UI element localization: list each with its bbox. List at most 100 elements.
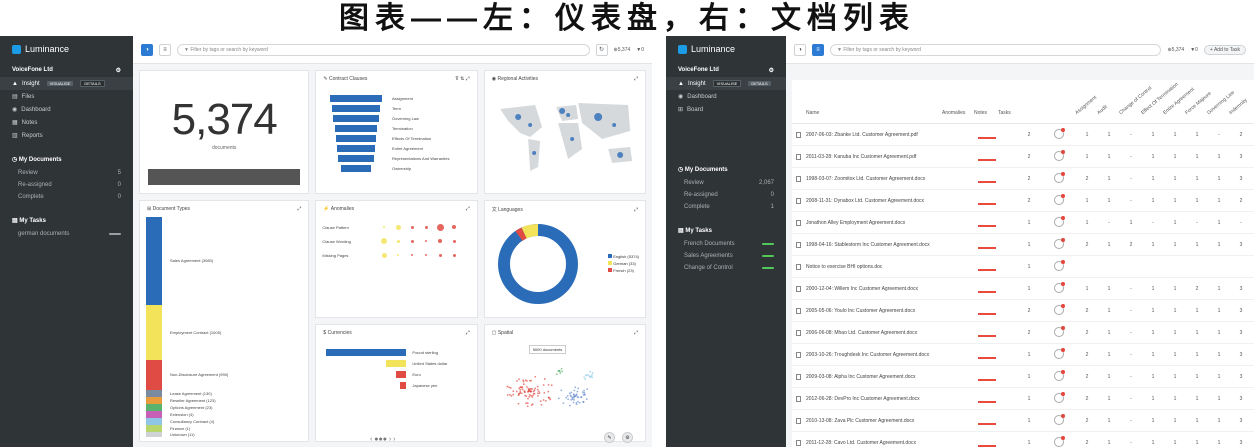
anomaly-bubble[interactable] bbox=[411, 254, 414, 256]
currency-bar[interactable] bbox=[326, 349, 407, 356]
visualise-pill[interactable]: VISUALISE bbox=[712, 80, 742, 87]
pagination[interactable]: ‹ ●●● › › bbox=[370, 436, 396, 443]
table-row[interactable]: 2012-06-28: DevPro Inc Customer Agreemen… bbox=[792, 388, 1254, 410]
sidebar-item-notes[interactable]: ▦ Notes bbox=[0, 116, 133, 129]
clause-bar[interactable] bbox=[337, 145, 376, 152]
doc-row-reassigned[interactable]: Re-assigned 0 bbox=[666, 189, 786, 201]
chart-view-button[interactable]: ◑ bbox=[141, 43, 153, 56]
table-row[interactable]: 1998-04-16: Stablestorm Inc Customer Agr… bbox=[792, 234, 1254, 256]
anomaly-bubble[interactable] bbox=[425, 254, 428, 256]
doc-row-complete[interactable]: Complete 1 bbox=[666, 201, 786, 213]
document-name[interactable]: 1998-03-07: Zoomitox Ltd. Customer Agree… bbox=[806, 176, 925, 182]
doc-type-segment[interactable] bbox=[146, 411, 162, 418]
doc-type-segment[interactable] bbox=[146, 397, 162, 404]
expand-icon[interactable]: ⤢ bbox=[466, 206, 470, 212]
details-pill[interactable]: DETAILS bbox=[748, 81, 771, 86]
sidebar-item-dashboard[interactable]: ◉ Dashboard bbox=[0, 103, 133, 116]
sidebar-item-dashboard[interactable]: ◉ Dashboard bbox=[666, 90, 786, 103]
doc-row-reassigned[interactable]: Re-assigned 0 bbox=[0, 179, 133, 191]
currency-bar[interactable] bbox=[396, 371, 407, 378]
clause-bar[interactable] bbox=[330, 95, 383, 102]
doc-row-review[interactable]: Review 5 bbox=[0, 167, 133, 179]
card-actions[interactable]: ⊽ ⇅ ⤢ bbox=[455, 76, 470, 82]
currency-bar[interactable] bbox=[400, 382, 407, 389]
edit-icon[interactable]: ✎ bbox=[604, 432, 615, 443]
anomalies-card[interactable]: ⚡ Anomalies ⤢ Clause Pattern Clause Wordin… bbox=[315, 200, 478, 318]
refresh-icon[interactable]: ↻ bbox=[595, 43, 608, 56]
column-header[interactable]: Indemnity bbox=[1228, 97, 1248, 116]
expand-icon[interactable]: ⤢ bbox=[297, 206, 301, 212]
doc-type-segment[interactable] bbox=[146, 418, 162, 425]
expand-icon[interactable]: ⤢ bbox=[466, 330, 470, 336]
chart-view-button[interactable]: ◑ bbox=[794, 43, 806, 56]
contract-clauses-card[interactable]: ✎ Contract Clauses ⊽ ⇅ ⤢ Assignment Term Go… bbox=[315, 70, 478, 194]
table-row[interactable]: Notice to exercise BHI options.doc 1 bbox=[792, 256, 1254, 278]
doc-row-complete[interactable]: Complete 0 bbox=[0, 191, 133, 203]
table-row[interactable]: 2007-06-03: Zbanke Ltd. Customer Agreeme… bbox=[792, 124, 1254, 146]
anomaly-bubble[interactable] bbox=[438, 239, 443, 243]
anomaly-bubble[interactable] bbox=[397, 254, 400, 256]
anomaly-bubble[interactable] bbox=[424, 225, 428, 229]
doc-type-segment[interactable] bbox=[146, 432, 162, 437]
table-row[interactable]: 2011-03-28: Kanuba Inc Customer Agreemen… bbox=[792, 146, 1254, 168]
anomaly-bubble[interactable] bbox=[438, 253, 442, 257]
doc-row-review[interactable]: Review 2,067 bbox=[666, 177, 786, 189]
sidebar-item-board[interactable]: ⊞ Board bbox=[666, 103, 786, 116]
column-header[interactable]: Notes bbox=[974, 110, 987, 116]
regional-activities-card[interactable]: ◉ Regional Activities ⤢ bbox=[483, 70, 646, 194]
document-name[interactable]: 2009-03-08: Alpha Inc Customer Agreement… bbox=[806, 374, 916, 380]
list-view-button[interactable]: ≡ bbox=[159, 43, 171, 56]
search-input[interactable]: ▼ Filter by tags or search by keyword bbox=[177, 43, 590, 56]
sidebar-item-insight[interactable]: ▲ Insight VISUALISE DETAILS bbox=[0, 77, 133, 90]
column-header[interactable]: Audit bbox=[1096, 104, 1109, 116]
sidebar-item-reports[interactable]: ▥ Reports bbox=[0, 129, 133, 142]
visualise-pill[interactable]: VISUALISE bbox=[46, 81, 74, 86]
table-row[interactable]: 2006-06-08: Mhao Ltd. Customer Agreement… bbox=[792, 322, 1254, 344]
org-switcher[interactable]: VoiceFone Ltd ⚙ bbox=[0, 64, 133, 77]
document-name[interactable]: 2010-13-08: Zava Plc Customer Agreement.… bbox=[806, 418, 914, 424]
anomaly-bubble[interactable] bbox=[410, 225, 414, 229]
table-row[interactable]: Jonathon Alley Employment Agreement.docx… bbox=[792, 212, 1254, 234]
table-row[interactable]: 2008-11-31: Dynabox Ltd. Customer Agreem… bbox=[792, 190, 1254, 212]
task-row[interactable]: german documents bbox=[0, 228, 133, 240]
anomaly-bubble[interactable] bbox=[452, 253, 456, 257]
table-row[interactable]: 1998-03-07: Zoomitox Ltd. Customer Agree… bbox=[792, 168, 1254, 190]
document-name[interactable]: 2011-03-28: Kanuba Inc Customer Agreemen… bbox=[806, 154, 916, 160]
task-row-french[interactable]: French Documents bbox=[666, 238, 786, 250]
document-name[interactable]: 2005-05-06: Youlo Inc Customer Agreement… bbox=[806, 308, 915, 314]
document-name[interactable]: 2000-12-04: Willem Inc Customer Agreemen… bbox=[806, 286, 918, 292]
clause-bar[interactable] bbox=[338, 155, 375, 162]
column-header[interactable]: Anomalies bbox=[942, 110, 965, 116]
clause-bar[interactable] bbox=[341, 165, 372, 172]
column-header[interactable]: Name bbox=[806, 110, 819, 116]
table-row[interactable]: 2010-13-08: Zava Plc Customer Agreement.… bbox=[792, 410, 1254, 432]
document-name[interactable]: 2011-12-28: Cavo Ltd. Customer Agreement… bbox=[806, 440, 916, 446]
sidebar-item-files[interactable]: ▤ Files bbox=[0, 90, 133, 103]
doc-type-segment[interactable] bbox=[146, 217, 162, 305]
org-switcher[interactable]: VoiceFone Ltd ⚙ bbox=[666, 64, 786, 77]
anomaly-bubble[interactable] bbox=[383, 226, 386, 228]
document-name[interactable]: 2007-06-03: Zbanke Ltd. Customer Agreeme… bbox=[806, 132, 918, 138]
document-name[interactable]: 1998-04-16: Stablestorm Inc Customer Agr… bbox=[806, 242, 930, 248]
currency-bar[interactable] bbox=[386, 360, 407, 367]
column-header[interactable]: Tasks bbox=[998, 110, 1011, 116]
currencies-card[interactable]: $ Currencies ⤢ Pound sterling United State… bbox=[315, 324, 478, 442]
anomaly-bubble[interactable] bbox=[425, 240, 428, 242]
document-name[interactable]: 2008-11-31: Dynabox Ltd. Customer Agreem… bbox=[806, 198, 924, 204]
task-row-change-of-control[interactable]: Change of Control bbox=[666, 262, 786, 274]
doc-type-segment[interactable] bbox=[146, 425, 162, 432]
gear-icon[interactable]: ⚙ bbox=[116, 67, 121, 74]
list-view-button[interactable]: ≡ bbox=[812, 43, 824, 56]
table-row[interactable]: 2003-10-26: Troughdesk Inc Customer Agre… bbox=[792, 344, 1254, 366]
clause-bar[interactable] bbox=[335, 125, 378, 132]
spatial-card[interactable]: ▢ Spatial ⤢ 5000 documents bbox=[483, 324, 646, 442]
anomaly-bubble[interactable] bbox=[410, 239, 414, 243]
column-header[interactable]: Assignment bbox=[1074, 95, 1098, 116]
table-row[interactable]: 2005-05-06: Youlo Inc Customer Agreement… bbox=[792, 300, 1254, 322]
kpi-card[interactable]: 5,374 documents bbox=[139, 70, 310, 194]
table-row[interactable]: 2009-03-08: Alpha Inc Customer Agreement… bbox=[792, 366, 1254, 388]
anomaly-bubble[interactable] bbox=[436, 223, 444, 231]
anomaly-bubble[interactable] bbox=[395, 224, 401, 230]
expand-icon[interactable]: ⤢ bbox=[634, 330, 638, 336]
document-types-card[interactable]: ⊞ Document Types ⤢ Sales Agreement (3080)… bbox=[139, 200, 310, 442]
